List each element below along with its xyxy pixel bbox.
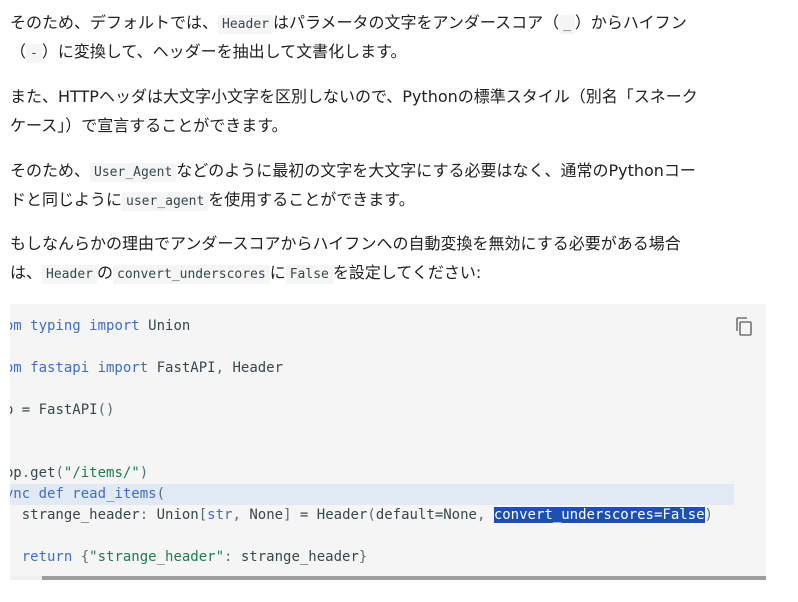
inline-code: False — [285, 265, 333, 284]
paragraph-1-line-1: そのため、デフォルトでは、 Header はパラメータの文字をアンダースコア（ _ ）か… — [10, 8, 780, 37]
inline-code: Header — [42, 265, 97, 284]
punctuation: } — [358, 549, 368, 565]
text: の — [96, 263, 113, 282]
identifier: app — [10, 402, 22, 418]
text: を使用することができます。 — [208, 190, 415, 209]
text: ドと同じように — [10, 190, 123, 209]
code-line-5: async def read_items( — [10, 484, 165, 505]
operator: = — [291, 507, 309, 523]
scrollbar-thumb[interactable] — [42, 576, 766, 580]
identifier: strange_header — [21, 507, 140, 523]
text: ）に変換して、ヘッダーを抽出して文書化します。 — [41, 42, 407, 61]
string-literal: "/items/" — [63, 465, 140, 481]
code-line-7: return {"strange_header": strange_header… — [10, 547, 368, 568]
copy-button[interactable] — [734, 316, 754, 338]
selected-text[interactable]: convert_underscores=False — [493, 507, 705, 523]
text: そのため、デフォルトでは、 — [10, 13, 219, 32]
code-block[interactable]: from typing import Union from fastapi im… — [10, 304, 766, 580]
builtin-type: str — [207, 507, 233, 523]
keyword: async def — [10, 486, 64, 502]
paragraph-1-line-2: （- ）に変換して、ヘッダーを抽出して文書化します。 — [10, 37, 780, 66]
inline-code: convert_underscores — [113, 265, 270, 284]
identifier: Union — [148, 507, 199, 523]
identifier: None — [240, 507, 284, 523]
operator: = — [21, 402, 31, 418]
module-name: typing — [21, 318, 90, 334]
inline-code: Header — [218, 15, 273, 34]
punctuation: ( — [367, 507, 376, 523]
decorator: @app — [10, 465, 22, 481]
text: （ — [10, 42, 27, 61]
text: を設定してください: — [332, 263, 482, 282]
horizontal-scrollbar[interactable] — [10, 576, 766, 580]
text: は、 — [10, 263, 43, 282]
identifier: strange_header — [232, 549, 359, 565]
punctuation: , — [476, 507, 494, 523]
identifier: FastAPI — [148, 360, 216, 376]
identifier: Union — [139, 318, 191, 334]
punctuation: , — [215, 360, 225, 376]
punctuation: { — [72, 549, 90, 565]
code-content[interactable]: from typing import Union from fastapi im… — [10, 304, 713, 565]
paragraph-4-line-2: は、 Header の convert_underscores に False を設定してく… — [10, 258, 780, 287]
text: に — [269, 263, 286, 282]
paragraph-2-line-2: ケース」）で宣言することができます。 — [10, 116, 288, 135]
code-line-3: app = FastAPI() — [10, 400, 114, 421]
code-line-2: from fastapi import FastAPI, Header — [10, 358, 283, 379]
inline-code: User_Agent — [90, 163, 177, 182]
punctuation: ( — [55, 465, 64, 481]
module-name: fastapi — [21, 360, 98, 376]
punctuation: : — [139, 507, 149, 523]
paragraph-2: また、HTTPヘッダは大文字小文字を区別しないので、Pythonの標準スタイル（… — [10, 82, 780, 140]
paragraph-2-line-1: また、HTTPヘッダは大文字小文字を区別しないので、Pythonの標準スタイル（… — [10, 87, 698, 106]
identifier: get — [30, 465, 56, 481]
paragraph-3-line-1: そのため、 User_Agent などのように最初の文字を大文字にする必要はなく、通… — [10, 156, 780, 185]
inline-code: _ — [559, 15, 575, 34]
text: はパラメータの文字をアンダースコア（ — [272, 13, 560, 32]
identifier: FastAPI — [30, 402, 98, 418]
paragraph-3: そのため、 User_Agent などのように最初の文字を大文字にする必要はなく、通… — [10, 156, 780, 214]
identifier: Header — [224, 360, 284, 376]
keyword: from — [10, 318, 22, 334]
text: ）からハイフン — [574, 13, 687, 32]
text: などのように最初の文字を大文字にする必要はなく、通常のPythonコー — [176, 161, 696, 180]
paragraph-1: そのため、デフォルトでは、 Header はパラメータの文字をアンダースコア（ _ ）か… — [10, 8, 780, 66]
string-literal: "strange_header" — [89, 549, 225, 565]
keyword: import — [89, 318, 140, 334]
inline-code: user_agent — [122, 192, 209, 211]
paragraph-3-line-2: ドと同じように user_agent を使用することができます。 — [10, 185, 780, 214]
function-name: read_items — [63, 486, 157, 502]
punctuation: ) — [139, 465, 149, 481]
copy-icon — [736, 317, 752, 336]
identifier: Header — [308, 507, 368, 523]
keyword: return — [21, 549, 73, 565]
text: そのため、 — [10, 161, 91, 180]
code-line-6: strange_header: Union[str, None] = Heade… — [10, 505, 713, 526]
paragraph-4-line-1: もしなんらかの理由でアンダースコアからハイフンへの自動変換を無効にする必要がある… — [10, 234, 681, 253]
punctuation: [ — [198, 507, 208, 523]
punctuation: ] — [283, 507, 292, 523]
inline-code: - — [26, 44, 42, 63]
punctuation: , — [232, 507, 241, 523]
punctuation: . — [21, 465, 31, 481]
code-line-1: from typing import Union — [10, 316, 190, 337]
punctuation: () — [97, 402, 115, 418]
keyword: from — [10, 360, 22, 376]
keyword: import — [97, 360, 149, 376]
argument: default=None — [375, 507, 477, 523]
punctuation: ( — [156, 486, 166, 502]
code-line-4: @app.get("/items/") — [10, 463, 148, 484]
punctuation: ) — [704, 507, 713, 523]
paragraph-4: もしなんらかの理由でアンダースコアからハイフンへの自動変換を無効にする必要がある… — [10, 229, 780, 287]
